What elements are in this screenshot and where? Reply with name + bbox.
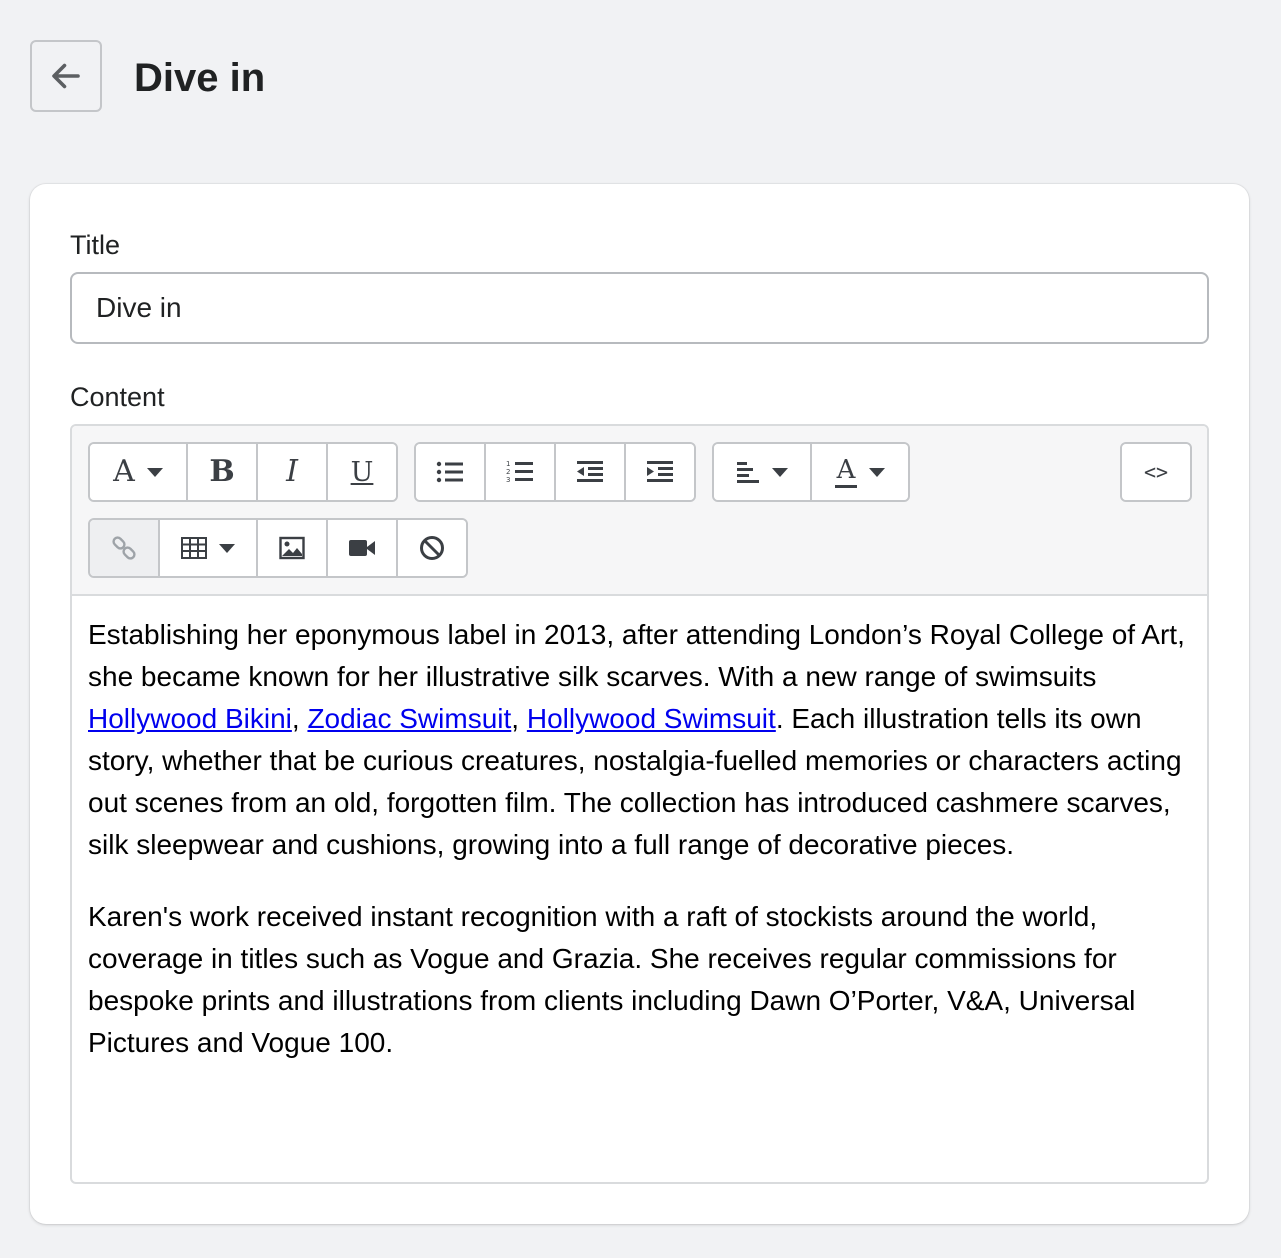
- link-icon: [112, 536, 136, 560]
- text-style-group: A B I U: [88, 442, 398, 502]
- indent-icon: [647, 461, 673, 482]
- content-label: Content: [70, 382, 165, 412]
- text-color-underline: [835, 484, 857, 488]
- italic-button[interactable]: I: [258, 444, 328, 500]
- paragraph-text: Establishing her eponymous label in 2013…: [88, 619, 1185, 692]
- image-button[interactable]: [258, 520, 328, 576]
- rich-text-editor: A B I U 1 2 3 A <> Establishing her epon…: [70, 424, 1209, 1184]
- chevron-down-icon: [869, 467, 885, 477]
- title-input[interactable]: [70, 272, 1209, 344]
- arrow-left-icon: [52, 63, 80, 89]
- chevron-down-icon: [146, 467, 163, 477]
- editor-toolbar: A B I U 1 2 3 A <>: [72, 426, 1207, 596]
- align-dropdown-button[interactable]: [714, 444, 812, 500]
- clear-format-button[interactable]: [398, 520, 466, 576]
- insert-group: [88, 518, 468, 578]
- image-icon: [279, 536, 305, 560]
- text-color-icon: A: [835, 457, 857, 488]
- chevron-down-icon: [219, 543, 235, 553]
- hollywood-swimsuit-link[interactable]: Hollywood Swimsuit: [527, 703, 776, 734]
- numbered-list-icon: 1 2 3: [506, 460, 533, 484]
- link-button[interactable]: [90, 520, 160, 576]
- font-icon: A: [113, 454, 135, 489]
- bold-icon: B: [209, 454, 235, 489]
- italic-icon: I: [286, 454, 298, 489]
- chevron-down-icon: [772, 467, 788, 477]
- font-dropdown-button[interactable]: A: [90, 444, 188, 500]
- back-button[interactable]: [30, 40, 102, 112]
- hollywood-bikini-link[interactable]: Hollywood Bikini: [88, 703, 292, 734]
- video-button[interactable]: [328, 520, 398, 576]
- html-group: <>: [1120, 442, 1192, 502]
- edit-card: Title Content A B I U: [30, 184, 1249, 1224]
- separator: ,: [291, 703, 308, 734]
- clear-format-icon: [420, 536, 444, 560]
- align-color-group: A: [712, 442, 910, 502]
- align-left-icon: [737, 462, 759, 483]
- bullet-list-icon: [436, 461, 463, 483]
- outdent-button[interactable]: [556, 444, 626, 500]
- content-paragraph: Establishing her eponymous label in 2013…: [88, 614, 1198, 866]
- svg-text:3: 3: [506, 476, 510, 484]
- text-color-glyph: A: [836, 454, 856, 485]
- svg-text:2: 2: [506, 468, 510, 476]
- video-icon: [349, 540, 375, 556]
- editor-content[interactable]: Establishing her eponymous label in 2013…: [88, 614, 1198, 1094]
- bold-button[interactable]: B: [188, 444, 258, 500]
- numbered-list-button[interactable]: 1 2 3: [486, 444, 556, 500]
- list-group: 1 2 3: [414, 442, 696, 502]
- text-color-dropdown-button[interactable]: A: [812, 444, 908, 500]
- table-dropdown-button[interactable]: [160, 520, 258, 576]
- html-source-icon: <>: [1143, 460, 1169, 484]
- zodiac-swimsuit-link[interactable]: Zodiac Swimsuit: [307, 703, 511, 734]
- content-paragraph: Karen's work received instant recognitio…: [88, 901, 1136, 1058]
- underline-button[interactable]: U: [328, 444, 396, 500]
- page-title: Dive in: [134, 56, 266, 100]
- bullet-list-button[interactable]: [416, 444, 486, 500]
- indent-button[interactable]: [626, 444, 694, 500]
- title-label: Title: [70, 230, 121, 260]
- svg-text:1: 1: [506, 460, 510, 468]
- underline-icon: U: [350, 456, 374, 488]
- html-source-button[interactable]: <>: [1122, 444, 1190, 500]
- table-icon: [181, 537, 207, 559]
- outdent-icon: [577, 461, 603, 482]
- separator: ,: [511, 703, 527, 734]
